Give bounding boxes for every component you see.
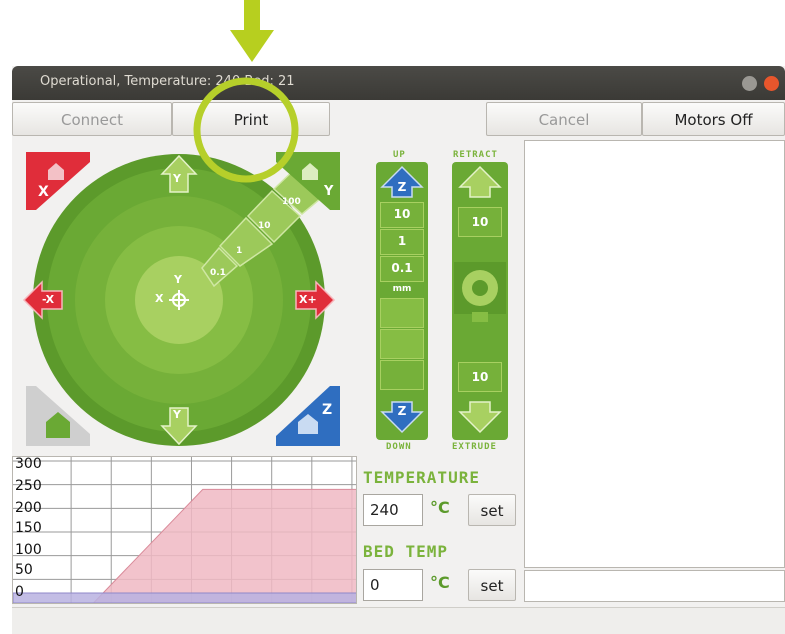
home-z-label: Z xyxy=(322,402,333,418)
extrude-arrow-icon[interactable] xyxy=(458,400,502,434)
bed-temp-unit: °C xyxy=(430,573,450,592)
z-step-0-1-label: 0.1 xyxy=(391,261,413,275)
ytick-100: 100 xyxy=(15,542,42,558)
z-minus-step-segment[interactable] xyxy=(380,298,424,328)
home-x-button[interactable] xyxy=(26,152,90,210)
y-minus-label: Y xyxy=(173,408,181,421)
step-1[interactable]: 1 xyxy=(236,246,242,256)
x-minus-label: -X xyxy=(42,293,55,306)
z-minus-step-segment[interactable] xyxy=(380,329,424,359)
ytick-0: 0 xyxy=(15,584,24,600)
x-plus-label: X+ xyxy=(299,293,317,306)
temperature-label: TEMPERATURE xyxy=(363,468,480,487)
ytick-300: 300 xyxy=(15,456,42,472)
log-panel[interactable] xyxy=(524,140,785,568)
z-up-arrow-letter: Z xyxy=(397,180,407,194)
connect-button[interactable]: Connect xyxy=(12,102,172,136)
app-window: Operational, Temperature: 240 Bed: 21 Co… xyxy=(12,66,785,634)
temperature-unit: °C xyxy=(430,498,450,517)
z-unit-label: mm xyxy=(392,284,412,294)
z-step-10-label: 10 xyxy=(393,207,411,221)
bed-temp-input[interactable]: 0 xyxy=(363,569,423,601)
home-all-button[interactable] xyxy=(26,386,90,446)
z-down-arrow-letter: Z xyxy=(397,404,407,418)
z-up-label: UP xyxy=(393,150,406,160)
temperature-input[interactable]: 240 xyxy=(363,494,423,526)
set-temperature-button[interactable]: set xyxy=(468,494,516,526)
ytick-50: 50 xyxy=(15,562,33,578)
bed-temp-area xyxy=(13,592,356,603)
z-minus-step-segment[interactable] xyxy=(380,360,424,390)
extruder-temp-area xyxy=(13,488,356,603)
home-y-label: Y xyxy=(324,184,334,199)
retract-amount-label: 10 xyxy=(471,215,489,229)
step-0-1[interactable]: 0.1 xyxy=(210,268,226,278)
center-x-label: X xyxy=(155,292,164,305)
extruder-gear-icon xyxy=(454,262,506,322)
title-bar[interactable]: Operational, Temperature: 240 Bed: 21 xyxy=(12,66,785,100)
extrude-amount-label: 10 xyxy=(471,370,489,384)
status-bar xyxy=(12,607,785,634)
close-icon[interactable] xyxy=(764,76,779,91)
ytick-150: 150 xyxy=(15,520,42,536)
y-plus-label: Y xyxy=(173,172,181,185)
temperature-graph: 300 250 200 150 100 50 0 xyxy=(12,456,357,604)
step-10[interactable]: 10 xyxy=(258,221,271,231)
cancel-button[interactable]: Cancel xyxy=(486,102,642,136)
retract-label: RETRACT xyxy=(453,150,498,160)
ytick-250: 250 xyxy=(15,478,42,494)
motors-off-button[interactable]: Motors Off xyxy=(642,102,785,136)
set-bed-temp-button[interactable]: set xyxy=(468,569,516,601)
minimize-icon[interactable] xyxy=(742,76,757,91)
annotation-arrow xyxy=(230,0,274,62)
center-y-label: Y xyxy=(174,273,182,286)
command-input[interactable] xyxy=(524,570,785,602)
home-x-label: X xyxy=(38,184,49,200)
retract-arrow-icon[interactable] xyxy=(458,165,502,199)
highlight-circle xyxy=(193,77,299,183)
z-down-label: DOWN xyxy=(386,442,412,452)
z-step-1-label: 1 xyxy=(397,234,407,248)
extrude-label: EXTRUDE xyxy=(452,442,497,452)
bed-temp-label: BED TEMP xyxy=(363,542,449,561)
ytick-200: 200 xyxy=(15,500,42,516)
